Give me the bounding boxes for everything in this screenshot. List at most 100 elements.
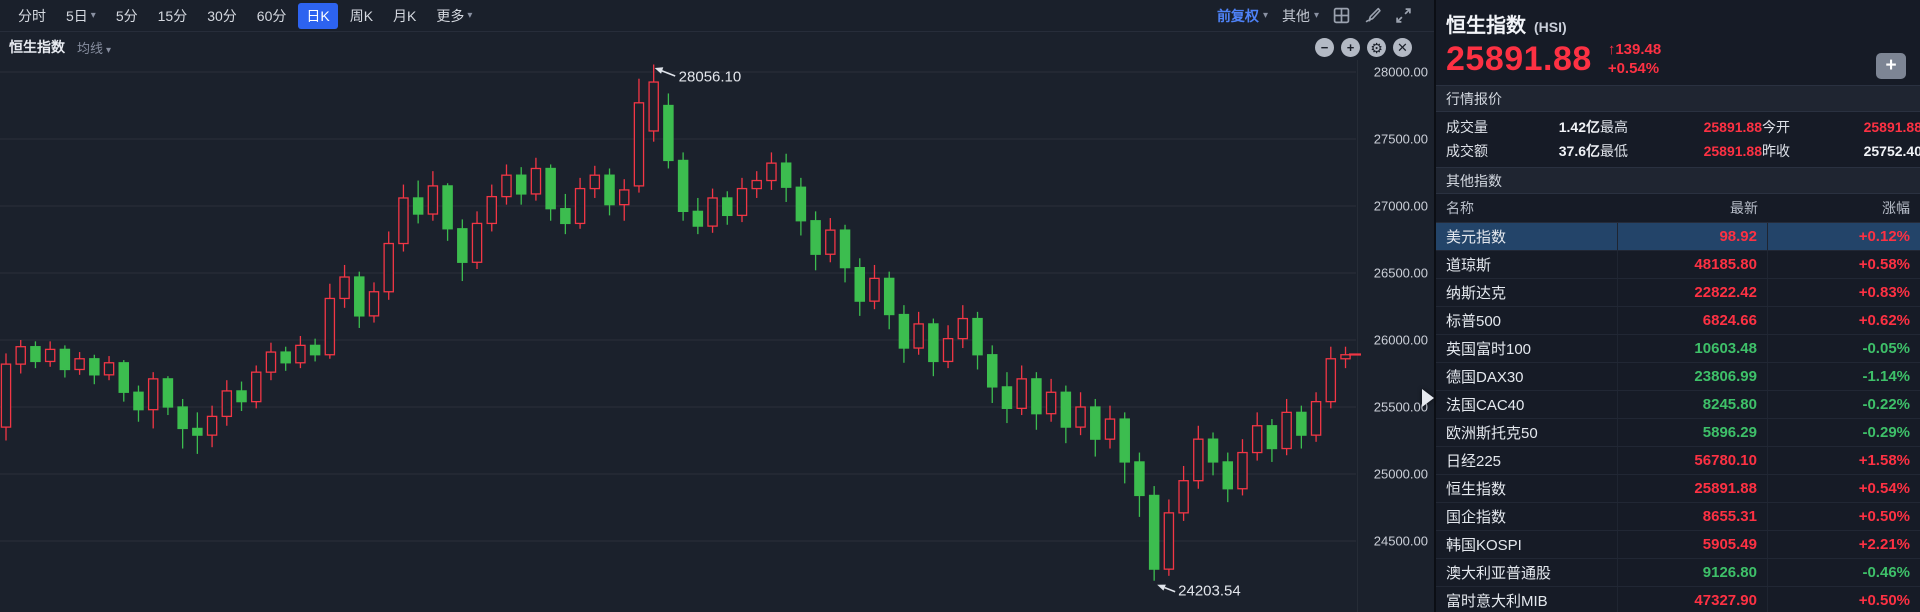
candle: [1, 364, 10, 427]
candle: [708, 198, 717, 226]
adjust-dropdown[interactable]: 前复权 ▾: [1217, 6, 1268, 26]
candle: [90, 359, 99, 375]
index-row[interactable]: 德国DAX3023806.99-1.14%: [1436, 363, 1920, 391]
fullscreen-expand-icon[interactable]: [1395, 7, 1412, 24]
zoom-in-icon[interactable]: +: [1341, 38, 1360, 57]
candle: [1282, 412, 1291, 448]
index-row-change: +0.50%: [1768, 508, 1920, 525]
candle: [929, 324, 938, 362]
candle: [1032, 379, 1041, 414]
index-row[interactable]: 纳斯达克22822.42+0.83%: [1436, 279, 1920, 307]
period-tab[interactable]: 更多▾: [428, 3, 480, 29]
index-row[interactable]: 韩国KOSPI5905.49+2.21%: [1436, 531, 1920, 559]
candle: [973, 319, 982, 355]
period-tab[interactable]: 月K: [385, 3, 424, 29]
index-row-last: 22822.42: [1618, 279, 1768, 306]
index-row-last: 8655.31: [1618, 503, 1768, 530]
y-axis-label: 26500.00: [1374, 266, 1428, 281]
index-row[interactable]: 欧洲斯托克505896.29-0.29%: [1436, 419, 1920, 447]
add-to-watchlist-button[interactable]: +: [1876, 53, 1906, 79]
candlestick-chart[interactable]: 28000.0027500.0027000.0026500.0026000.00…: [0, 0, 1434, 612]
high-annotation-arrowhead: [655, 67, 664, 74]
index-row-name: 英国富时100: [1436, 335, 1618, 362]
period-tab[interactable]: 30分: [199, 3, 245, 29]
index-row-change: +0.62%: [1768, 312, 1920, 329]
index-row-change: -0.46%: [1768, 564, 1920, 581]
chart-subheader: 恒生指数 均线▾: [9, 37, 111, 57]
other-dropdown[interactable]: 其他 ▾: [1282, 6, 1319, 26]
candle: [1194, 439, 1203, 481]
index-row[interactable]: 道琼斯48185.80+0.58%: [1436, 251, 1920, 279]
high-annotation-label: 28056.10: [679, 68, 742, 85]
period-tab[interactable]: 周K: [342, 3, 381, 29]
price-change-percent: +0.54%: [1608, 60, 1661, 79]
period-tabs: 分时5日▾5分15分30分60分日K周K月K更多▾: [10, 3, 484, 29]
zoom-out-icon[interactable]: −: [1315, 38, 1334, 57]
candle: [384, 244, 393, 292]
y-axis-label: 27000.00: [1374, 199, 1428, 214]
low-annotation-arrowhead: [1157, 585, 1166, 591]
candle: [472, 223, 481, 262]
index-row[interactable]: 国企指数8655.31+0.50%: [1436, 503, 1920, 531]
index-row[interactable]: 法国CAC408245.80-0.22%: [1436, 391, 1920, 419]
candle: [958, 319, 967, 339]
candle: [60, 349, 69, 369]
index-row[interactable]: 恒生指数25891.88+0.54%: [1436, 475, 1920, 503]
candle: [679, 160, 688, 211]
settings-gear-icon[interactable]: ⚙: [1367, 38, 1386, 57]
candle: [546, 168, 555, 208]
index-row-last: 25891.88: [1618, 475, 1768, 502]
quote-value: 25891.88: [1650, 143, 1762, 159]
index-row[interactable]: 澳大利亚普通股9126.80-0.46%: [1436, 559, 1920, 587]
candle: [1076, 407, 1085, 427]
period-tab[interactable]: 60分: [249, 3, 295, 29]
period-tab[interactable]: 5分: [108, 3, 146, 29]
index-row[interactable]: 美元指数98.92+0.12%: [1436, 223, 1920, 251]
chevron-down-icon: ▾: [1263, 10, 1268, 21]
index-row[interactable]: 富时意大利MIB47327.90+0.50%: [1436, 587, 1920, 612]
quote-label: 成交额: [1446, 141, 1516, 161]
index-row-last: 10603.48: [1618, 335, 1768, 362]
index-row-name: 德国DAX30: [1436, 363, 1618, 390]
candle: [222, 391, 231, 416]
index-row-change: +0.54%: [1768, 480, 1920, 497]
period-tab[interactable]: 15分: [150, 3, 196, 29]
candle: [1091, 407, 1100, 439]
index-row[interactable]: 英国富时10010603.48-0.05%: [1436, 335, 1920, 363]
candle: [502, 175, 511, 196]
period-tab[interactable]: 日K: [298, 3, 337, 29]
candle: [443, 186, 452, 229]
ma-indicator-dropdown[interactable]: 均线▾: [77, 38, 111, 57]
y-axis-label: 25000.00: [1374, 467, 1428, 482]
candle: [767, 163, 776, 180]
panel-collapse-arrow[interactable]: [1422, 389, 1434, 407]
index-row-last: 5896.29: [1618, 419, 1768, 446]
period-tab[interactable]: 5日▾: [58, 3, 104, 29]
candle: [311, 345, 320, 354]
panel-price-row: 25891.88 ↑139.48 +0.54% +: [1436, 38, 1920, 85]
candle: [782, 163, 791, 187]
candle: [134, 392, 143, 409]
candle: [914, 324, 923, 348]
index-row-change: -0.22%: [1768, 396, 1920, 413]
candle: [1223, 462, 1232, 489]
candle: [723, 198, 732, 215]
grid-layout-icon[interactable]: [1333, 7, 1350, 24]
close-icon[interactable]: ✕: [1393, 38, 1412, 57]
index-row-change: -1.14%: [1768, 368, 1920, 385]
draw-brush-icon[interactable]: [1364, 7, 1381, 24]
candle: [1238, 453, 1247, 489]
candle: [1267, 426, 1276, 449]
index-row[interactable]: 日经22556780.10+1.58%: [1436, 447, 1920, 475]
quote-value: 25891.88: [1812, 119, 1920, 135]
quote-value: 25891.88: [1650, 119, 1762, 135]
period-tab[interactable]: 分时: [10, 3, 54, 29]
quote-panel: 恒生指数 (HSI) 25891.88 ↑139.48 +0.54% + 行情报…: [1434, 0, 1920, 612]
candle: [811, 221, 820, 255]
candle: [796, 187, 805, 221]
quote-label: 昨收: [1762, 141, 1812, 161]
index-row[interactable]: 标普5006824.66+0.62%: [1436, 307, 1920, 335]
candle: [119, 363, 128, 392]
candle: [943, 339, 952, 362]
y-axis-label: 25500.00: [1374, 400, 1428, 415]
